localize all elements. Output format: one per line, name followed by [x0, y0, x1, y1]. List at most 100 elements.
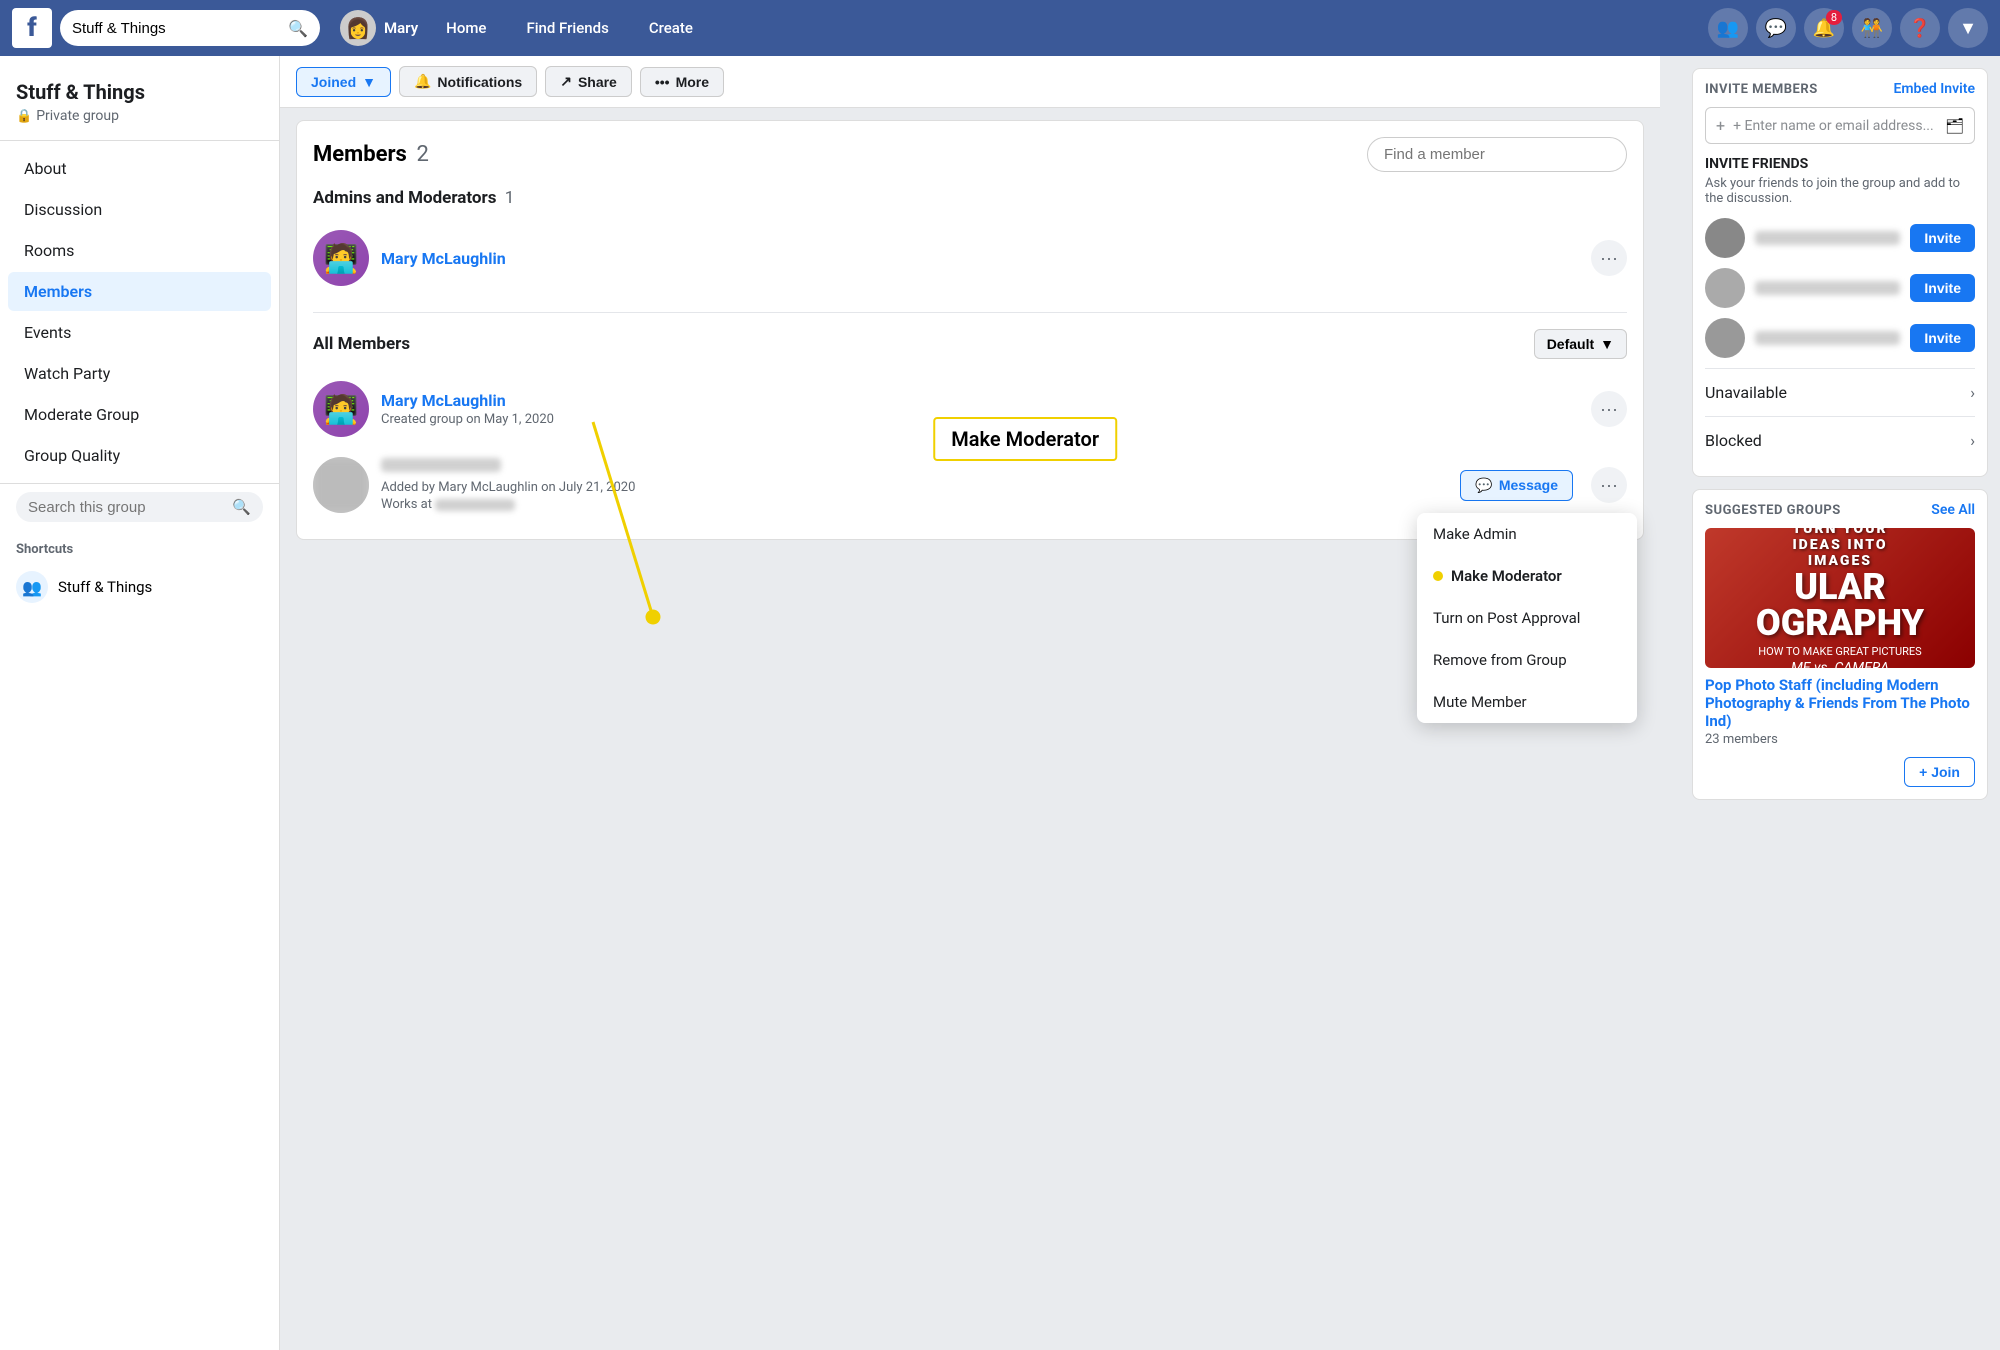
context-turn-post-approval[interactable]: Turn on Post Approval — [1417, 597, 1637, 639]
notification-badge: 8 — [1826, 10, 1842, 25]
message-button[interactable]: 💬 Message — [1460, 470, 1573, 501]
notifications-label: Notifications — [437, 74, 522, 90]
joined-button[interactable]: Joined ▼ — [296, 67, 391, 97]
default-sort-button[interactable]: Default ▼ — [1534, 329, 1627, 359]
context-make-admin[interactable]: Make Admin — [1417, 513, 1637, 555]
sidebar-item-members[interactable]: Members — [8, 272, 271, 311]
all-member-2-more-btn[interactable]: ··· — [1591, 467, 1627, 503]
invite-friend-1-btn[interactable]: Invite — [1910, 224, 1975, 252]
lock-icon: 🔒 — [16, 109, 32, 124]
context-make-moderator[interactable]: Make Moderator — [1417, 555, 1637, 597]
members-count: 2 — [417, 142, 429, 167]
shortcut-stuff-things[interactable]: 👥 Stuff & Things — [16, 565, 263, 609]
sidebar-item-moderate-group[interactable]: Moderate Group — [8, 395, 271, 434]
members-header: Members 2 — [313, 137, 1627, 172]
default-label: Default — [1547, 336, 1594, 352]
invite-friend-2-row: Invite — [1705, 268, 1975, 308]
right-sidebar: INVITE MEMBERS Embed Invite + + Enter na… — [1680, 56, 2000, 1350]
join-group-btn[interactable]: + Join — [1904, 757, 1975, 787]
invite-friend-3-btn[interactable]: Invite — [1910, 324, 1975, 352]
all-member-2-works: Works at — [381, 497, 1448, 512]
page-wrapper: Stuff & Things 🔒 Private group About Dis… — [0, 56, 2000, 1350]
messenger-icon-btn[interactable]: 💬 — [1756, 8, 1796, 48]
more-icon-btn[interactable]: ▼ — [1948, 8, 1988, 48]
embed-invite-link[interactable]: Embed Invite — [1893, 81, 1975, 97]
nav-home[interactable]: Home — [434, 11, 498, 45]
section-divider — [313, 312, 1627, 313]
unavailable-row[interactable]: Unavailable › — [1705, 368, 1975, 416]
help-icon-btn[interactable]: ❓ — [1900, 8, 1940, 48]
sidebar-item-group-quality[interactable]: Group Quality — [8, 436, 271, 475]
user-menu[interactable]: 👩 Mary — [340, 10, 418, 46]
user-name: Mary — [384, 19, 418, 37]
private-label: Private group — [36, 108, 119, 124]
sidebar-item-label: Events — [24, 323, 71, 342]
shortcuts-label: Shortcuts — [16, 542, 263, 557]
notifications-icon-btn[interactable]: 🔔 8 — [1804, 8, 1844, 48]
global-search-input[interactable] — [72, 20, 280, 37]
friend-requests-icon-btn[interactable]: 🧑‍🤝‍🧑 — [1852, 8, 1892, 48]
invite-input-icon: 🗂 — [1945, 117, 1964, 135]
invite-avatar-gray2 — [1705, 268, 1745, 308]
context-menu-dot — [1433, 571, 1443, 581]
joined-chevron-icon: ▼ — [362, 74, 376, 90]
context-remove-from-group[interactable]: Remove from Group — [1417, 639, 1637, 681]
tooltip-label: Make Moderator — [951, 427, 1099, 451]
all-member-2-info: Added by Mary McLaughlin on July 21, 202… — [381, 458, 1448, 512]
sidebar-item-watch-party[interactable]: Watch Party — [8, 354, 271, 393]
more-button[interactable]: ••• More — [640, 67, 724, 97]
sidebar-search-input[interactable] — [28, 499, 224, 516]
global-search-bar[interactable]: 🔍 — [60, 10, 320, 46]
context-make-moderator-label: Make Moderator — [1451, 567, 1562, 585]
blocked-label: Blocked — [1705, 431, 1762, 450]
context-mute-member[interactable]: Mute Member — [1417, 681, 1637, 723]
members-title-row: Members 2 — [313, 142, 429, 167]
notifications-button[interactable]: 🔔 Notifications — [399, 66, 537, 97]
invite-avatar-gray3 — [1705, 318, 1745, 358]
user-avatar: 👩 — [340, 10, 376, 46]
invite-friend-1-row: Invite — [1705, 218, 1975, 258]
group-title-sidebar: Stuff & Things — [16, 80, 263, 104]
nav-find-friends[interactable]: Find Friends — [514, 11, 620, 45]
share-button[interactable]: ↗ Share — [545, 66, 632, 97]
suggested-groups-header: SUGGESTED GROUPS See All — [1705, 502, 1975, 518]
main-content: Joined ▼ 🔔 Notifications ↗ Share ••• Mor… — [280, 56, 1660, 1350]
search-icon: 🔍 — [288, 19, 308, 38]
facebook-logo: f — [12, 8, 52, 48]
invite-input-row[interactable]: + + Enter name or email address... 🗂 — [1705, 107, 1975, 144]
invite-members-card: INVITE MEMBERS Embed Invite + + Enter na… — [1692, 68, 1988, 477]
friends-icon-btn[interactable]: 👥 — [1708, 8, 1748, 48]
admin-member-more-btn[interactable]: ··· — [1591, 240, 1627, 276]
invite-input-placeholder: + Enter name or email address... — [1733, 118, 1937, 134]
invite-members-header: INVITE MEMBERS Embed Invite — [1705, 81, 1975, 97]
see-all-link[interactable]: See All — [1931, 502, 1975, 518]
member2-name-blurred — [381, 458, 501, 472]
all-member-1-more-btn[interactable]: ··· — [1591, 391, 1627, 427]
sidebar-item-rooms[interactable]: Rooms — [8, 231, 271, 270]
sidebar-item-label: Watch Party — [24, 364, 110, 383]
all-member-1-name[interactable]: Mary McLaughlin — [381, 391, 1579, 410]
invite-friend-2-btn[interactable]: Invite — [1910, 274, 1975, 302]
nav-create[interactable]: Create — [637, 11, 705, 45]
suggested-group-name[interactable]: Pop Photo Staff (including Modern Photog… — [1705, 676, 1975, 730]
more-icon: ••• — [655, 74, 670, 90]
sidebar-search-section: 🔍 — [0, 483, 279, 530]
sidebar-item-about[interactable]: About — [8, 149, 271, 188]
all-member-2-avatar — [313, 457, 369, 513]
group-header-sidebar: Stuff & Things 🔒 Private group — [0, 72, 279, 141]
member2-avatar-blurred — [313, 457, 369, 513]
admin-member-name[interactable]: Mary McLaughlin — [381, 249, 1579, 268]
sidebar-item-label: Members — [24, 282, 92, 301]
find-member-input[interactable] — [1367, 137, 1627, 172]
sidebar-search-box[interactable]: 🔍 — [16, 492, 263, 522]
all-members-label: All Members — [313, 334, 410, 354]
context-menu: Make Admin Make Moderator Turn on Post A… — [1417, 513, 1637, 723]
all-members-header: All Members Default ▼ — [313, 329, 1627, 359]
blocked-row[interactable]: Blocked › — [1705, 416, 1975, 464]
sidebar-item-discussion[interactable]: Discussion — [8, 190, 271, 229]
shortcut-group-name: Stuff & Things — [58, 578, 152, 596]
invite-friend-2-avatar — [1705, 268, 1745, 308]
sidebar-item-label: About — [24, 159, 67, 178]
default-chevron-icon: ▼ — [1600, 336, 1614, 352]
sidebar-item-events[interactable]: Events — [8, 313, 271, 352]
